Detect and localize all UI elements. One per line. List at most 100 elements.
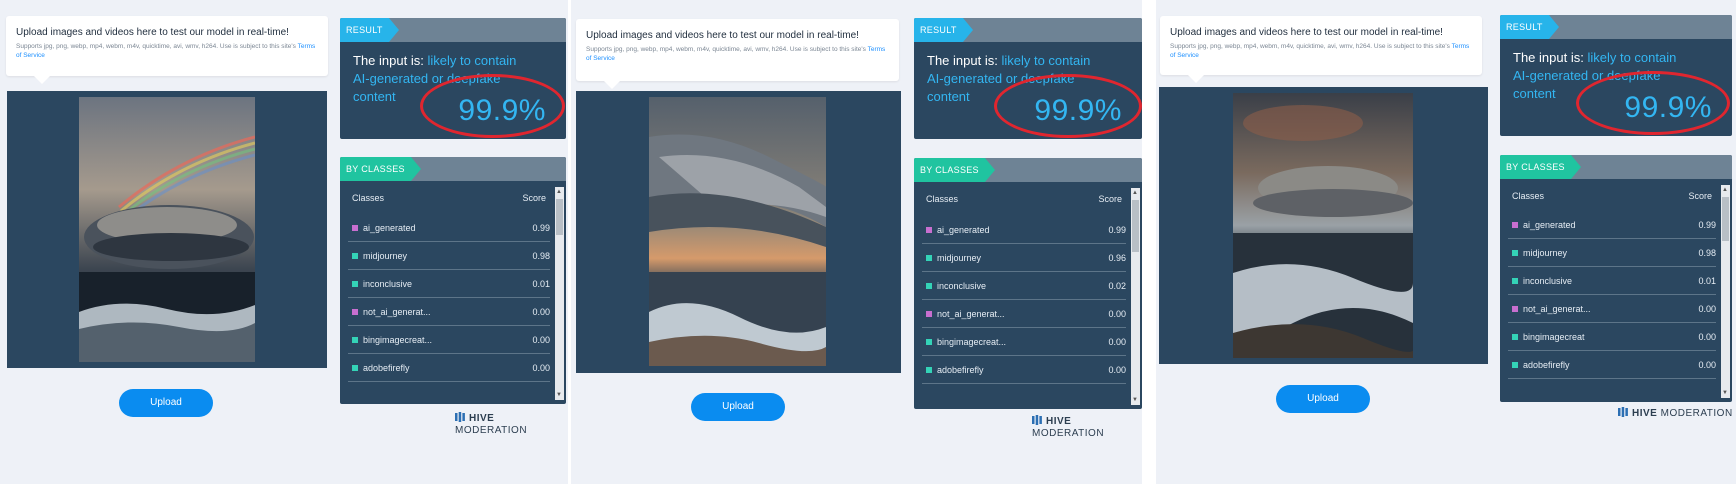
class-color-swatch [352, 225, 358, 231]
class-row: not_ai_generat... 0.00 [348, 298, 550, 326]
class-score: 0.96 [1108, 253, 1126, 263]
class-row: bingimagecreat 0.00 [1508, 323, 1716, 351]
class-color-swatch [1512, 250, 1518, 256]
class-score: 0.00 [1108, 337, 1126, 347]
class-score: 0.00 [1108, 365, 1126, 375]
class-color-swatch [926, 339, 932, 345]
class-row: not_ai_generat... 0.00 [1508, 295, 1716, 323]
class-color-swatch [1512, 306, 1518, 312]
class-score: 0.00 [1698, 360, 1716, 370]
red-circle-annotation [1576, 71, 1730, 135]
scrollbar[interactable]: ▲ ▼ [1131, 188, 1140, 405]
result-card: RESULT The input is: likely to contain A… [340, 18, 566, 139]
classes-card: BY CLASSES Classes Score ai_generated 0.9… [1500, 155, 1732, 402]
class-name: not_ai_generat... [363, 307, 431, 317]
class-score: 0.00 [1698, 304, 1716, 314]
class-color-swatch [926, 367, 932, 373]
hive-logo-icon [455, 412, 465, 425]
class-name: bingimagecreat [1523, 332, 1585, 342]
class-color-swatch [352, 365, 358, 371]
hive-moderation-logo: HIVE MODERATION [455, 412, 528, 436]
class-color-swatch [352, 253, 358, 259]
panel-3: Upload images and videos here to test ou… [1156, 0, 1736, 484]
upload-subtitle: Supports jpg, png, webp, mp4, webm, m4v,… [16, 43, 316, 59]
result-card: RESULT The input is: likely to contain A… [914, 18, 1142, 139]
upload-info-card: Upload images and videos here to test ou… [1160, 16, 1482, 83]
panel-1: Upload images and videos here to test ou… [0, 0, 568, 484]
class-name: adobefirefly [937, 365, 984, 375]
classes-tag: BY CLASSES [914, 158, 995, 182]
classes-tag: BY CLASSES [340, 157, 421, 181]
classes-card: BY CLASSES Classes Score ai_generated 0.9… [914, 158, 1142, 409]
class-score: 0.00 [532, 363, 550, 373]
class-color-swatch [926, 283, 932, 289]
storm-rainbow-photo [79, 97, 255, 362]
red-circle-annotation [420, 74, 565, 138]
upload-info-card: Upload images and videos here to test ou… [6, 16, 328, 84]
class-color-swatch [926, 227, 932, 233]
classes-column-headers: Classes Score [340, 185, 554, 209]
class-color-swatch [352, 281, 358, 287]
image-preview [1159, 87, 1488, 364]
class-name: ai_generated [1523, 220, 1576, 230]
class-name: not_ai_generat... [1523, 304, 1591, 314]
class-row: adobefirefly 0.00 [922, 356, 1126, 384]
class-color-swatch [926, 255, 932, 261]
storm-shore-photo [1233, 93, 1413, 358]
class-row: midjourney 0.96 [922, 244, 1126, 272]
class-name: midjourney [363, 251, 408, 261]
class-color-swatch [1512, 278, 1518, 284]
class-color-swatch [926, 311, 932, 317]
scrollbar[interactable]: ▲ ▼ [1721, 185, 1730, 398]
class-row: midjourney 0.98 [348, 242, 550, 270]
upload-title: Upload images and videos here to test ou… [1170, 27, 1443, 38]
result-card: RESULT The input is: likely to contain A… [1500, 15, 1732, 136]
upload-button[interactable]: Upload [691, 393, 785, 421]
classes-header: BY CLASSES [914, 158, 1142, 182]
class-row: bingimagecreat... 0.00 [922, 328, 1126, 356]
scroll-thumb[interactable] [1722, 197, 1729, 241]
class-score: 0.99 [532, 223, 550, 233]
hive-moderation-logo: HIVE MODERATION [1618, 407, 1733, 420]
class-name: adobefirefly [1523, 360, 1570, 370]
class-row: adobefirefly 0.00 [1508, 351, 1716, 379]
upload-title: Upload images and videos here to test ou… [586, 30, 859, 41]
class-score: 0.99 [1108, 225, 1126, 235]
class-name: ai_generated [937, 225, 990, 235]
class-row: inconclusive 0.01 [1508, 267, 1716, 295]
class-row: ai_generated 0.99 [922, 216, 1126, 244]
class-name: inconclusive [363, 279, 413, 289]
class-score: 0.98 [1698, 248, 1716, 258]
screenshot-composite: Upload images and videos here to test ou… [0, 0, 1736, 484]
scroll-thumb[interactable] [1132, 200, 1139, 252]
result-header: RESULT [340, 18, 566, 42]
class-color-swatch [1512, 334, 1518, 340]
class-row: bingimagecreat... 0.00 [348, 326, 550, 354]
class-row: inconclusive 0.01 [348, 270, 550, 298]
class-name: not_ai_generat... [937, 309, 1005, 319]
col-classes: Classes [1512, 191, 1545, 201]
result-tag: RESULT [340, 18, 399, 42]
col-score: Score [1688, 191, 1712, 201]
class-row: midjourney 0.98 [1508, 239, 1716, 267]
classes-header: BY CLASSES [340, 157, 566, 181]
scroll-thumb[interactable] [556, 199, 563, 235]
classes-tag: BY CLASSES [1500, 155, 1581, 179]
panel-2: Upload images and videos here to test ou… [571, 0, 1142, 484]
class-row: ai_generated 0.99 [1508, 211, 1716, 239]
scrollbar[interactable]: ▲ ▼ [555, 187, 564, 400]
supercell-beach-photo [649, 97, 826, 366]
class-name: inconclusive [1523, 276, 1573, 286]
upload-info-card: Upload images and videos here to test ou… [576, 19, 899, 89]
upload-button[interactable]: Upload [119, 389, 213, 417]
classes-header: BY CLASSES [1500, 155, 1732, 179]
class-score: 0.01 [1698, 276, 1716, 286]
class-score: 0.00 [1108, 309, 1126, 319]
class-row: adobefirefly 0.00 [348, 354, 550, 382]
class-name: inconclusive [937, 281, 987, 291]
class-name: adobefirefly [363, 363, 410, 373]
hive-moderation-logo: HIVE MODERATION [1032, 415, 1105, 439]
upload-subtitle: Supports jpg, png, webp, mp4, webm, m4v,… [1170, 43, 1470, 59]
classes-card: BY CLASSES Classes Score ai_generated 0.9… [340, 157, 566, 404]
upload-button[interactable]: Upload [1276, 385, 1370, 413]
